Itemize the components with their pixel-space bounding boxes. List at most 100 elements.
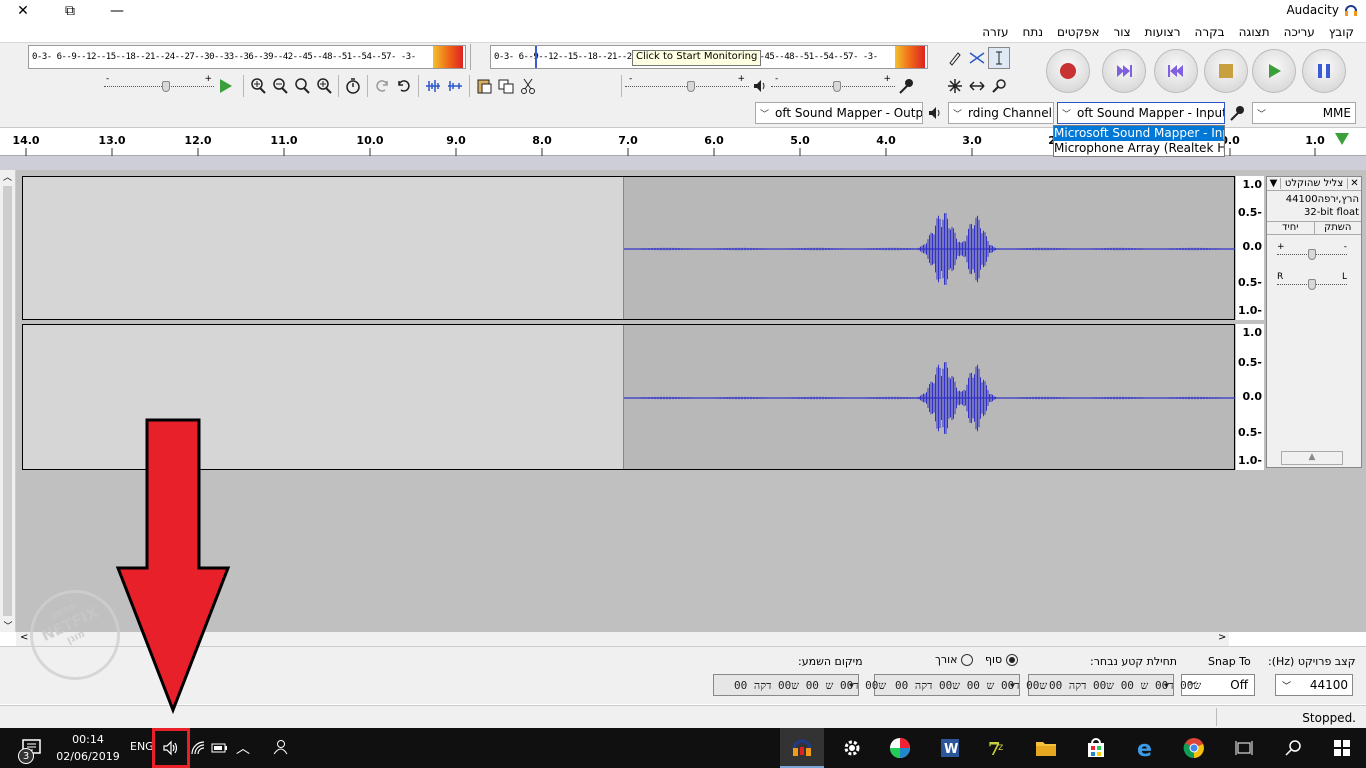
taskbar-photos-icon[interactable] — [878, 728, 922, 768]
stop-button[interactable] — [1204, 49, 1248, 93]
zoom-tool-icon[interactable] — [988, 75, 1010, 97]
track-close-icon[interactable]: ✕ — [1347, 178, 1361, 189]
playback-volume-thumb[interactable] — [687, 81, 695, 92]
play-button[interactable] — [1252, 49, 1296, 93]
pause-button[interactable] — [1302, 49, 1346, 93]
timer-icon[interactable] — [342, 75, 364, 97]
volume-tray-button[interactable] — [152, 728, 190, 768]
close-button[interactable]: ✕ — [0, 0, 46, 22]
selection-end-time[interactable]: 00 ש00 ד00 ש 00 ש00 דקה ▼ — [874, 674, 1047, 696]
track-channel-left[interactable] — [22, 176, 1235, 320]
taskbar-audacity-icon[interactable] — [780, 728, 824, 768]
timeline-quick-play-band[interactable] — [0, 156, 1366, 170]
play-speed-thumb[interactable] — [162, 81, 170, 92]
menu-file[interactable]: קובץ — [1323, 25, 1360, 39]
taskbar-store-icon[interactable] — [1074, 728, 1118, 768]
paste-icon[interactable] — [473, 75, 495, 97]
audio-position-time[interactable]: 00 ש00 ד00 ש 00 ש00 דקה ▼ — [713, 674, 886, 696]
menu-help[interactable]: עזרה — [976, 25, 1014, 39]
record-volume-slider[interactable]: - + — [771, 74, 895, 95]
length-radio-button[interactable] — [961, 653, 974, 666]
people-icon[interactable] — [270, 738, 288, 759]
record-volume-thumb[interactable] — [833, 81, 841, 92]
wifi-icon[interactable] — [190, 740, 206, 759]
dropdown-option[interactable]: Microphone Array (Realtek High — [1054, 141, 1224, 156]
play-speed-slider[interactable]: - + — [104, 74, 214, 95]
play-head-marker-icon[interactable] — [1334, 132, 1350, 149]
track-pan-thumb[interactable] — [1308, 279, 1316, 290]
redo-icon[interactable] — [371, 75, 393, 97]
timeshift-tool-icon[interactable] — [966, 75, 988, 97]
audio-host-select[interactable]: ﹀ MME — [1252, 102, 1356, 124]
vertical-scrollbar[interactable]: ︿ ﹀ — [0, 170, 16, 632]
taskbar-edge-icon[interactable]: e — [1124, 728, 1168, 768]
scroll-up-icon[interactable]: ︿ — [0, 170, 15, 183]
trim-icon[interactable] — [422, 75, 444, 97]
fit-project-icon[interactable] — [313, 75, 335, 97]
search-icon[interactable] — [1272, 728, 1316, 768]
taskbar-file-explorer-icon[interactable] — [1024, 728, 1068, 768]
output-device-select[interactable]: ﹀ oft Sound Mapper - Output — [755, 102, 923, 124]
clock[interactable]: 00:14 02/06/2019 — [56, 731, 120, 765]
fit-selection-icon[interactable] — [291, 75, 313, 97]
mute-button[interactable]: השתק — [1315, 222, 1362, 234]
playback-volume-slider[interactable]: - + — [625, 74, 749, 95]
language-indicator[interactable]: ENG — [130, 740, 154, 753]
zoom-in-icon[interactable] — [247, 75, 269, 97]
cut-icon[interactable] — [517, 75, 539, 97]
selection-start-time[interactable]: 00 ש00 ד00 ש 00 ש00 דקה ▼ — [1028, 674, 1201, 696]
taskbar-7zip-icon[interactable]: 7z — [976, 728, 1020, 768]
taskbar-word-icon[interactable]: W — [928, 728, 972, 768]
start-menu-windows-icon[interactable] — [1320, 728, 1364, 768]
silence-icon[interactable] — [444, 75, 466, 97]
undo-icon[interactable] — [393, 75, 415, 97]
vertical-scroll-thumb[interactable] — [3, 186, 12, 616]
chevron-down-icon[interactable]: ▼ — [849, 681, 854, 690]
zoom-out-icon[interactable] — [269, 75, 291, 97]
task-view-icon[interactable] — [1222, 728, 1266, 768]
scroll-right-icon[interactable]: > — [1218, 632, 1226, 643]
input-device-select[interactable]: ﹀ oft Sound Mapper - Input — [1057, 102, 1225, 124]
notifications-icon[interactable]: 3 — [10, 728, 54, 768]
chevron-down-icon[interactable]: ▼ — [1164, 681, 1169, 690]
skip-to-start-button[interactable] — [1154, 49, 1198, 93]
menu-generate[interactable]: צור — [1107, 25, 1136, 39]
menu-effects[interactable]: אפקטים — [1051, 25, 1105, 39]
battery-icon[interactable] — [210, 740, 228, 759]
envelope-tool-icon[interactable] — [966, 47, 988, 69]
minimize-button[interactable]: — — [94, 0, 140, 22]
copy-icon[interactable] — [495, 75, 517, 97]
dropdown-option-selected[interactable]: Microsoft Sound Mapper - Input — [1054, 126, 1224, 141]
selection-tool-icon[interactable] — [988, 47, 1010, 69]
track-gain-slider[interactable]: + - — [1277, 242, 1347, 263]
length-radio-group[interactable]: אורך — [935, 653, 974, 666]
track-menu-chevron-icon[interactable]: ▼ — [1267, 178, 1281, 189]
input-channels-select[interactable]: ﹀ rding Channel 1 — [948, 102, 1054, 124]
taskbar-chrome-icon[interactable] — [1172, 728, 1216, 768]
record-meter[interactable]: 0-3- 6--9--12--15--18--21--24--27--30--3… — [28, 45, 466, 69]
end-radio-button[interactable] — [1006, 653, 1019, 666]
record-button[interactable] — [1046, 49, 1090, 93]
draw-tool-icon[interactable] — [944, 47, 966, 69]
restore-button[interactable]: ⧉ — [47, 0, 93, 22]
skip-to-end-button[interactable] — [1102, 49, 1146, 93]
multi-tool-icon[interactable] — [944, 75, 966, 97]
play-at-speed-icon[interactable] — [214, 75, 236, 97]
show-hidden-icons-chevron-icon[interactable]: ︿ — [236, 738, 250, 758]
track-gain-thumb[interactable] — [1308, 249, 1316, 260]
menu-transport[interactable]: בקרה — [1189, 25, 1231, 39]
track-pan-slider[interactable]: R L — [1277, 272, 1347, 293]
toolbar-grip[interactable] — [470, 44, 484, 70]
menu-tracks[interactable]: רצועות — [1139, 25, 1187, 39]
menu-edit[interactable]: עריכה — [1278, 25, 1321, 39]
end-radio-group[interactable]: סוף — [985, 653, 1019, 666]
menu-view[interactable]: תצוגה — [1233, 25, 1276, 39]
scroll-down-icon[interactable]: ﹀ — [0, 619, 16, 632]
track-name[interactable]: צליל שהוקלט — [1281, 178, 1347, 189]
chevron-down-icon[interactable]: ▼ — [1010, 681, 1015, 690]
collapse-track-button[interactable]: ▲ — [1281, 451, 1343, 465]
taskbar-settings-icon[interactable] — [830, 728, 874, 768]
solo-button[interactable]: יחיד — [1267, 222, 1315, 234]
project-rate-select[interactable]: ﹀ 44100 — [1275, 674, 1353, 696]
menu-analyze[interactable]: נתח — [1016, 25, 1049, 39]
